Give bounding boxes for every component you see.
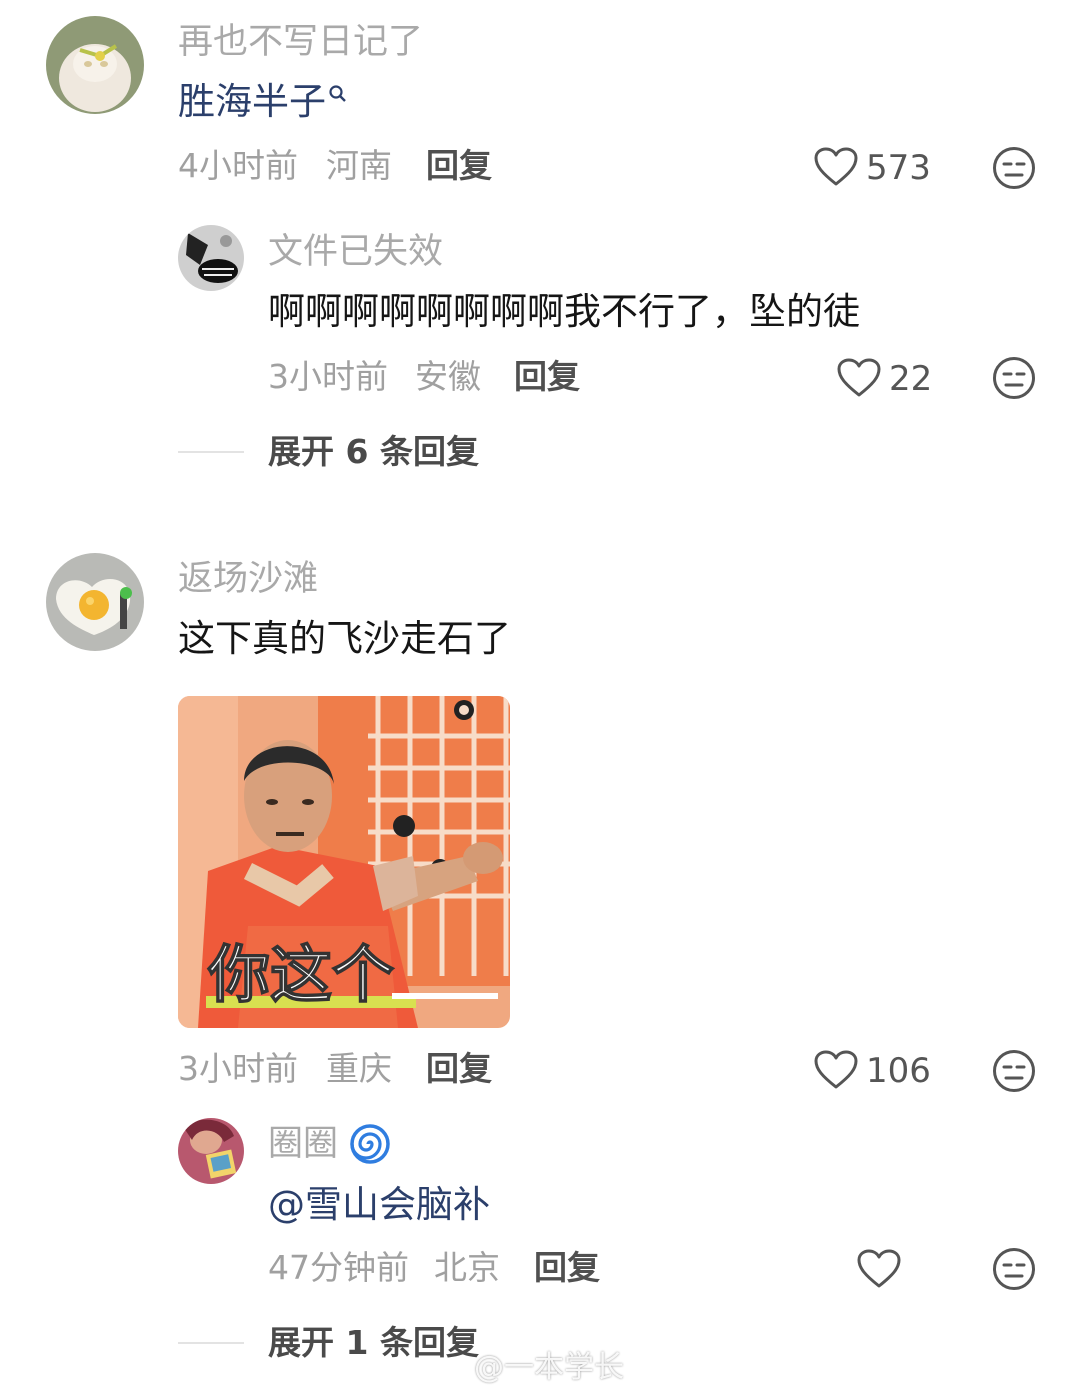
neutral-face-icon[interactable] (992, 146, 1036, 190)
reply-button[interactable]: 回复 (534, 1248, 600, 1288)
mention-link[interactable]: @雪山会脑补 (268, 1183, 490, 1227)
comment-text[interactable]: 胜海半子 (178, 80, 326, 123)
comment-text[interactable]: 这下真的飞沙走石了 (178, 617, 511, 661)
expand-replies-button[interactable]: 展开 6 条回复 (268, 432, 479, 472)
commenter-name[interactable]: 再也不写日记了 (178, 22, 423, 62)
watermark: @一本学长 (474, 1350, 624, 1385)
comment-time: 4小时前 (178, 146, 298, 185)
heart-outline-icon[interactable] (837, 358, 881, 398)
swirl-badge-icon (350, 1124, 390, 1164)
heart-outline-icon[interactable] (814, 1050, 858, 1090)
reply-time: 47分钟前 (268, 1248, 409, 1287)
reply-button[interactable]: 回复 (514, 357, 580, 397)
like-count: 22 (889, 359, 933, 399)
comment-location: 河南 (326, 146, 392, 185)
expand-replies-button[interactable]: 展开 1 条回复 (268, 1323, 479, 1363)
like-count: 573 (866, 148, 931, 188)
sticker-image[interactable]: 你这个 (178, 696, 510, 1028)
reply-avatar[interactable] (178, 1118, 244, 1184)
search-icon[interactable] (328, 84, 348, 104)
reply-text[interactable]: 啊啊啊啊啊啊啊啊我不行了，坠的徒 (268, 290, 860, 334)
replier-name[interactable]: 文件已失效 (268, 232, 443, 272)
expand-divider (178, 1342, 244, 1344)
comment-location: 重庆 (326, 1049, 392, 1088)
reply-location: 北京 (434, 1248, 500, 1287)
reply-time: 3小时前 (268, 357, 388, 396)
reply-button[interactable]: 回复 (426, 1049, 492, 1089)
reply-location: 安徽 (415, 357, 481, 396)
neutral-face-icon[interactable] (992, 1049, 1036, 1093)
heart-outline-icon[interactable] (857, 1249, 901, 1289)
neutral-face-icon[interactable] (992, 1247, 1036, 1291)
reply-button[interactable]: 回复 (426, 146, 492, 186)
sticker-caption: 你这个 (207, 938, 394, 1011)
like-count: 106 (866, 1051, 931, 1091)
heart-outline-icon[interactable] (814, 147, 858, 187)
expand-divider (178, 451, 244, 453)
avatar[interactable] (46, 553, 144, 651)
avatar[interactable] (46, 16, 144, 114)
commenter-name[interactable]: 返场沙滩 (178, 559, 318, 599)
comment-time: 3小时前 (178, 1049, 298, 1088)
reply-avatar[interactable] (178, 225, 244, 291)
replier-name[interactable]: 圈圈 (268, 1124, 338, 1164)
neutral-face-icon[interactable] (992, 356, 1036, 400)
